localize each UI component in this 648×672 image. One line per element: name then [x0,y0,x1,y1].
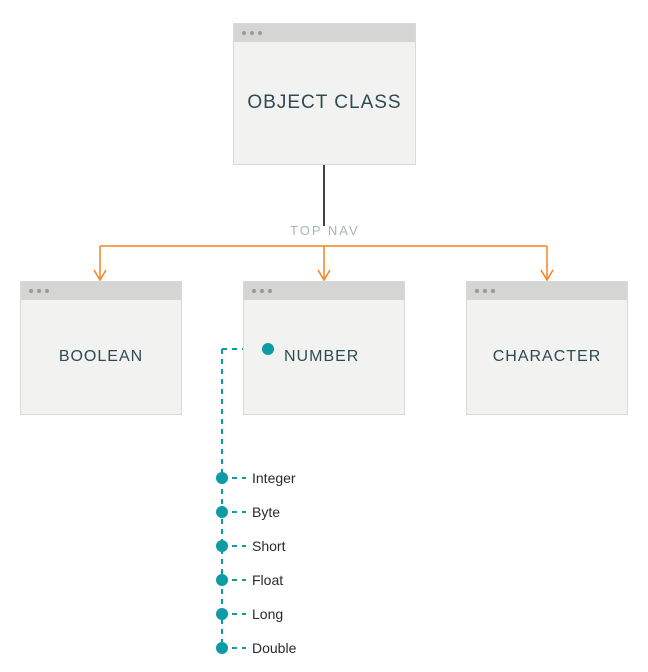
character-label: CHARACTER [493,348,602,366]
titlebar [467,282,627,300]
window-dot-icon [37,289,41,293]
number-label: NUMBER [284,348,359,366]
subtype-short: Short [252,538,285,554]
subtype-node-icon [216,642,228,654]
window-dot-icon [483,289,487,293]
titlebar [244,282,404,300]
window-dot-icon [491,289,495,293]
window-dot-icon [252,289,256,293]
subtype-float: Float [252,572,283,588]
window-dot-icon [29,289,33,293]
window-dot-icon [250,31,254,35]
boolean-window: BOOLEAN [20,281,182,415]
titlebar [234,24,415,42]
subtype-node-icon [216,506,228,518]
root-label: OBJECT CLASS [247,92,401,114]
number-node-icon [262,343,274,355]
top-nav-label: TOP NAV [290,223,360,238]
character-window: CHARACTER [466,281,628,415]
window-dot-icon [242,31,246,35]
subtype-integer: Integer [252,470,296,486]
boolean-label: BOOLEAN [59,348,143,366]
subtype-node-icon [216,472,228,484]
window-dot-icon [260,289,264,293]
window-dot-icon [45,289,49,293]
window-dot-icon [475,289,479,293]
subtype-node-icon [216,574,228,586]
subtype-byte: Byte [252,504,280,520]
window-dot-icon [258,31,262,35]
subtype-node-icon [216,540,228,552]
subtype-node-icon [216,608,228,620]
subtype-double: Double [252,640,296,656]
titlebar [21,282,181,300]
window-dot-icon [268,289,272,293]
root-window: OBJECT CLASS [233,23,416,165]
subtype-long: Long [252,606,283,622]
